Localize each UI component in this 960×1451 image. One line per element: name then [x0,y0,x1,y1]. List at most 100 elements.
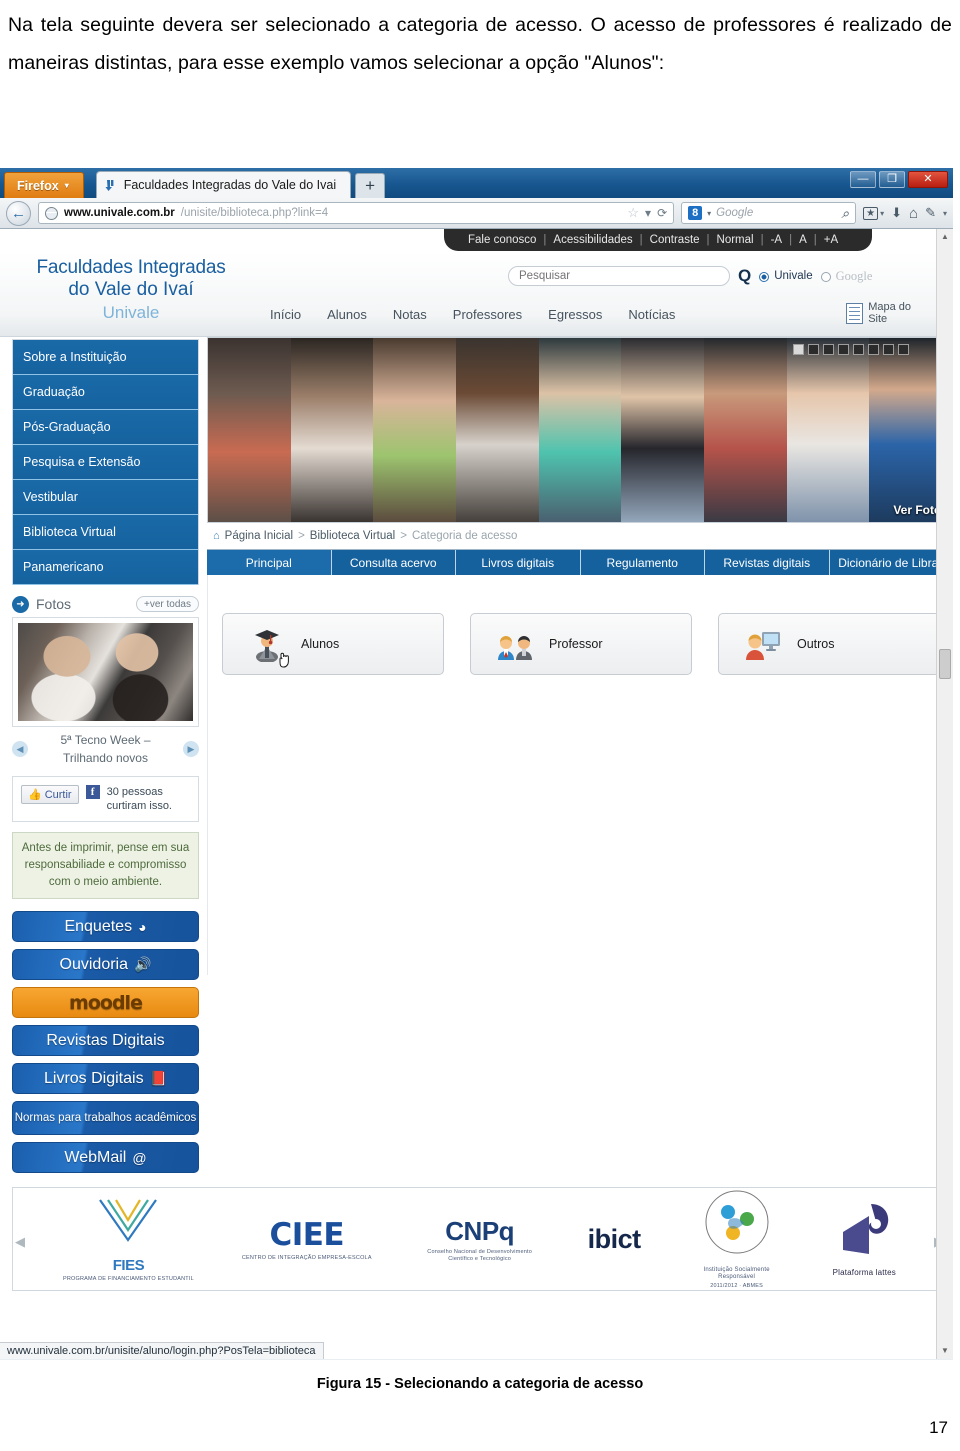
nav-item-egressos[interactable]: Egressos [548,307,602,322]
restore-button[interactable]: ❐ [879,171,905,188]
search-scope-univale[interactable]: Univale [759,270,813,282]
scrollbar-thumb[interactable] [939,649,951,679]
shortcut-ouvidoria[interactable]: Ouvidoria 🔊 [12,949,199,980]
hero-dot[interactable] [823,344,834,355]
download-icon: ⬇ [891,205,903,220]
home-button[interactable]: ⌂ [909,205,918,222]
util-item-normal[interactable]: Normal [717,234,754,246]
tab-consulta-acervo[interactable]: Consulta acervo [332,550,456,575]
category-card-outros[interactable]: Outros [718,613,940,675]
hero-dot[interactable] [883,344,894,355]
page-scrollbar[interactable]: ▲ ▼ [936,229,953,1359]
util-item-decrease-font[interactable]: -A [771,234,783,246]
chevron-down-icon[interactable]: ▾ [707,209,711,218]
facebook-like-button[interactable]: 👍 Curtir [21,785,79,804]
nav-item-professores[interactable]: Professores [453,307,522,322]
speaker-icon: 🔊 [134,956,152,972]
site-logo[interactable]: Faculdades Integradas do Vale do Ivaí Un… [6,257,256,325]
hero-dot[interactable] [898,344,909,355]
search-scope-google[interactable]: Google [820,269,872,284]
chevron-down-icon[interactable]: ▾ [645,206,651,220]
address-bar[interactable]: www.univale.com.br /unisite/biblioteca.p… [38,202,675,224]
search-icon[interactable]: ⌕ [841,205,849,222]
new-tab-button[interactable]: + [355,173,386,198]
sidebar-item-sobre[interactable]: Sobre a Instituição [13,340,198,375]
breadcrumb-item-pagina-inicial[interactable]: Página Inicial [225,530,293,542]
breadcrumb-item-biblioteca-virtual[interactable]: Biblioteca Virtual [310,530,395,542]
shortcut-label: moodle [69,991,143,1014]
shortcut-livros-digitais[interactable]: Livros Digitais 📕 [12,1063,199,1094]
tab-principal[interactable]: Principal [207,550,332,575]
search-icon[interactable]: Q [738,266,751,286]
sidebar-item-biblioteca-virtual[interactable]: Biblioteca Virtual [13,515,198,550]
nav-item-inicio[interactable]: Início [270,307,301,322]
shortcut-webmail[interactable]: WebMail @ [12,1142,199,1173]
site-map-link[interactable]: Mapa do Site [846,301,911,325]
util-item-contraste[interactable]: Contraste [650,234,700,246]
ver-todas-button[interactable]: +ver todas [136,596,199,612]
tab-regulamento[interactable]: Regulamento [581,550,705,575]
shortcut-revistas-digitais[interactable]: Revistas Digitais [12,1025,199,1056]
close-button[interactable]: ✕ [908,171,948,188]
category-card-alunos[interactable]: Alunos [222,613,444,675]
shortcut-label: Normas para trabalhos acadêmicos [14,1111,197,1124]
hero-dot[interactable] [853,344,864,355]
sidebar-item-graduacao[interactable]: Graduação [13,375,198,410]
bookmark-star-icon[interactable]: ☆ [627,205,639,221]
carousel-next-button[interactable]: ▶ [183,741,199,757]
nav-item-noticias[interactable]: Notícias [628,307,675,322]
globe-icon [45,206,58,220]
shortcut-enquetes[interactable]: Enquetes ◕ [12,911,199,942]
sidebar-item-panamericano[interactable]: Panamericano [13,550,198,585]
fotos-header: ➜ Fotos +ver todas [12,591,199,617]
mouse-cursor-icon [279,652,289,668]
partner-logo-abmes[interactable]: Instituição Socialmente Responsável 2011… [689,1188,785,1290]
downloads-button[interactable]: ⬇ [891,205,902,221]
bookmarks-menu-button[interactable]: ★ ▾ [863,206,884,220]
firefox-menu-button[interactable]: Firefox ▾ [4,172,84,198]
scroll-up-button[interactable]: ▲ [937,229,953,245]
reload-icon[interactable]: ⟳ [657,206,667,220]
partner-logo-fies[interactable]: FIES PROGRAMA DE FINANCIAMENTO ESTUDANTI… [63,1196,194,1283]
arrow-right-icon: ➜ [12,595,29,613]
hero-dot[interactable] [868,344,879,355]
hero-dot[interactable] [808,344,819,355]
browser-tab[interactable]: Faculdades Integradas do Vale do Ivai [95,171,352,198]
tab-dicionario-libras[interactable]: Dicionário de Libras [830,550,954,575]
thumbs-up-icon: 👍 [28,789,42,801]
hero-slice [208,338,291,522]
category-card-professor[interactable]: Professor [470,613,692,675]
nav-item-alunos[interactable]: Alunos [327,307,367,322]
partner-logo-cnpq[interactable]: CNPq Conselho Nacional de Desenvolviment… [420,1216,540,1263]
hero-dot[interactable] [838,344,849,355]
search-input[interactable] [508,266,730,286]
minimize-button[interactable]: — [850,171,876,188]
browser-search-box[interactable]: 8 ▾ Google ⌕ [681,202,857,224]
scroll-down-button[interactable]: ▼ [937,1343,953,1359]
util-item-acessibilidades[interactable]: Acessibilidades [553,234,632,246]
shortcut-normas[interactable]: Normas para trabalhos acadêmicos [12,1101,199,1135]
toolbar-overflow-button[interactable]: ▾ [943,209,947,218]
util-item-default-font[interactable]: A [799,234,807,246]
tab-livros-digitais[interactable]: Livros digitais [456,550,581,575]
hero-dot[interactable] [793,344,804,355]
partner-logo-ibict[interactable]: ibict [588,1224,642,1255]
util-item-fale-conosco[interactable]: Fale conosco [468,234,536,246]
tab-revistas-digitais[interactable]: Revistas digitais [705,550,830,575]
sidebar-item-pesquisa-extensao[interactable]: Pesquisa e Extensão [13,445,198,480]
customize-button[interactable]: ✎ [925,205,936,221]
page-body: Sobre a Instituição Graduação Pós-Gradua… [0,337,953,1173]
partners-prev-button[interactable]: ◀ [15,1234,25,1250]
carousel-prev-button[interactable]: ◀ [12,741,28,757]
sidebar-item-pos-graduacao[interactable]: Pós-Graduação [13,410,198,445]
separator: | [760,234,764,246]
partner-logo-lattes[interactable]: Plataforma lattes [833,1202,896,1277]
shortcut-moodle[interactable]: moodle [12,987,199,1018]
sidebar-item-vestibular[interactable]: Vestibular [13,480,198,515]
nav-item-notas[interactable]: Notas [393,307,427,322]
firefox-menu-label: Firefox [17,178,59,193]
chevron-down-icon: ▾ [942,208,947,218]
back-button[interactable]: ← [6,200,31,226]
partner-logo-ciee[interactable]: CIEE CENTRO DE INTEGRAÇÃO EMPRESA-ESCOLA [242,1217,372,1262]
util-item-increase-font[interactable]: +A [824,234,838,246]
